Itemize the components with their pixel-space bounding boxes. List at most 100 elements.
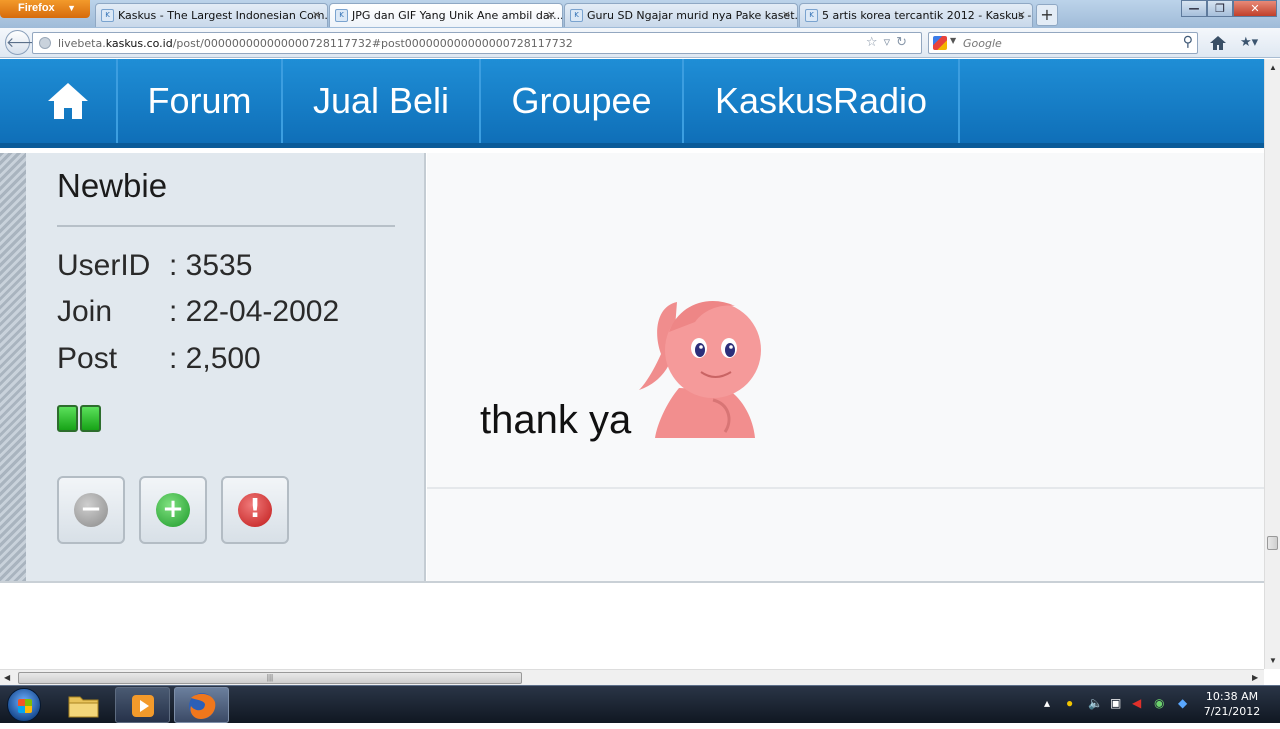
tab-title: JPG dan GIF Yang Unik Ane ambil dar... — [352, 9, 563, 22]
clock-date: 7/21/2012 — [1203, 705, 1261, 718]
close-icon[interactable]: × — [547, 8, 556, 21]
site-navbar: Forum Jual Beli Groupee KaskusRadio — [0, 59, 1264, 148]
flag-alert-icon[interactable]: ◀ — [1132, 696, 1141, 710]
firefox-taskbar-button[interactable] — [174, 687, 229, 723]
tab-strip: Firefox ▼ K Kaskus - The Largest Indones… — [0, 0, 1280, 28]
tab-artis-korea[interactable]: K 5 artis korea tercantik 2012 - Kaskus … — [799, 3, 1033, 27]
nav-jual-beli[interactable]: Jual Beli — [283, 59, 481, 143]
google-icon[interactable] — [933, 36, 947, 50]
tab-guru-sd[interactable]: K Guru SD Ngajar murid nya Pake kaset...… — [564, 3, 798, 27]
volume-icon[interactable]: 🔈 — [1088, 696, 1103, 710]
dropbox-icon[interactable]: ◆ — [1178, 696, 1187, 710]
add-icon: + — [156, 493, 190, 527]
home-icon[interactable] — [1208, 33, 1228, 53]
chevron-down-icon[interactable]: ▼ — [950, 36, 956, 45]
close-icon[interactable]: × — [782, 8, 791, 21]
join-date-value: : 22-04-2002 — [169, 295, 340, 328]
scroll-down-icon[interactable]: ▼ — [1269, 656, 1277, 665]
user-rank: Newbie — [57, 167, 168, 204]
divider — [427, 487, 1264, 489]
nav-forum[interactable]: Forum — [118, 59, 283, 143]
post-count-value: : 2,500 — [169, 342, 261, 375]
tab-title: Guru SD Ngajar murid nya Pake kaset... — [587, 9, 798, 22]
scroll-right-icon[interactable]: ▶ — [1252, 673, 1258, 682]
tab-title: 5 artis korea tercantik 2012 - Kaskus - … — [822, 9, 1033, 22]
scroll-up-icon[interactable]: ▲ — [1269, 63, 1277, 72]
nav-groupee[interactable]: Groupee — [481, 59, 684, 143]
decorative-stripe — [0, 153, 26, 583]
sync-icon[interactable]: ◉ — [1154, 696, 1164, 710]
alert-icon: ! — [238, 493, 272, 527]
close-icon[interactable]: × — [312, 8, 321, 21]
navigation-toolbar: 🡐 livebeta.kaskus.co.id/post/00000000000… — [0, 28, 1280, 58]
history-dropdown-icon[interactable]: ▿ — [884, 35, 897, 50]
emoticon-image — [639, 301, 761, 438]
close-window-button[interactable]: ✕ — [1233, 0, 1277, 17]
reputation-bar — [57, 405, 101, 432]
horizontal-scrollbar[interactable]: ◀ ||| ▶ — [0, 669, 1264, 685]
show-hidden-icons-icon[interactable]: ▴ — [1044, 696, 1050, 710]
home-icon — [48, 83, 88, 119]
clock[interactable]: 10:38 AM 7/21/2012 — [1200, 689, 1264, 719]
start-button[interactable] — [7, 688, 41, 722]
windows-logo-icon — [18, 699, 32, 713]
search-bar[interactable]: ▼ Google ⚲ — [928, 32, 1198, 54]
explorer-taskbar-button[interactable] — [56, 687, 111, 723]
tab-kaskus-home[interactable]: K Kaskus - The Largest Indonesian Com...… — [95, 3, 328, 27]
nav-kaskus-radio[interactable]: KaskusRadio — [684, 59, 960, 143]
star-icon[interactable]: ☆ — [866, 35, 884, 50]
post-count-label: Post — [57, 342, 118, 375]
scroll-thumb[interactable]: ||| — [18, 672, 522, 684]
url-domain: kaskus.co.id — [105, 37, 173, 50]
kaskus-favicon-icon: K — [805, 9, 818, 22]
network-icon[interactable]: ▣ — [1110, 696, 1121, 710]
url-prefix: livebeta. — [58, 37, 106, 50]
media-player-icon — [132, 695, 154, 717]
firefox-menu-button[interactable]: Firefox ▼ — [0, 0, 90, 18]
windows-taskbar: ▴ ● 🔈 ▣ ◀ ◉ ◆ 10:38 AM 7/21/2012 — [0, 685, 1280, 723]
firefox-menu-label: Firefox — [18, 2, 55, 14]
chevron-down-icon: ▼ — [67, 3, 76, 13]
bookmarks-menu-icon[interactable]: ★▾ — [1240, 34, 1258, 50]
add-friend-button[interactable]: + — [139, 476, 207, 544]
maximize-button[interactable]: ❐ — [1207, 0, 1233, 17]
status-button[interactable]: − — [57, 476, 125, 544]
reputation-pip — [80, 405, 101, 432]
kaskus-favicon-icon: K — [335, 9, 348, 22]
post-text: thank ya — [480, 398, 632, 442]
join-date-label: Join — [57, 295, 113, 328]
tab-title: Kaskus - The Largest Indonesian Com... — [118, 9, 328, 22]
url-path: /post/000000000000000728117732#post00000… — [172, 37, 573, 50]
close-icon[interactable]: × — [1017, 8, 1026, 21]
search-icon[interactable]: ⚲ — [1183, 34, 1193, 50]
user-info-panel: Newbie UserID : 3535 Join : 22-04-2002 P… — [26, 153, 426, 583]
divider — [0, 581, 1264, 583]
reputation-pip — [57, 405, 78, 432]
divider — [57, 225, 395, 227]
disc-icon[interactable]: ● — [1066, 696, 1073, 710]
post-content: thank ya — [427, 153, 1264, 583]
minimize-button[interactable]: — — [1181, 0, 1207, 17]
search-placeholder: Google — [963, 37, 1002, 50]
scroll-left-icon[interactable]: ◀ — [4, 673, 10, 682]
clock-time: 10:38 AM — [1205, 690, 1259, 703]
kaskus-favicon-icon: K — [101, 9, 114, 22]
site-identity-icon[interactable] — [39, 37, 51, 49]
firefox-icon — [189, 693, 216, 719]
vertical-scrollbar[interactable]: ▲ ▼ — [1264, 59, 1280, 669]
user-id-value: : 3535 — [169, 249, 253, 282]
reload-icon[interactable]: ↻ — [896, 35, 913, 50]
kaskus-favicon-icon: K — [570, 9, 583, 22]
report-button[interactable]: ! — [221, 476, 289, 544]
folder-icon — [68, 696, 99, 718]
nav-home-button[interactable] — [20, 59, 118, 143]
tab-jpg-gif[interactable]: K JPG dan GIF Yang Unik Ane ambil dar...… — [329, 3, 563, 27]
offline-status-icon: − — [74, 493, 108, 527]
url-bar[interactable]: livebeta.kaskus.co.id/post/0000000000000… — [32, 32, 922, 54]
media-player-taskbar-button[interactable] — [115, 687, 170, 723]
scroll-thumb[interactable] — [1267, 536, 1278, 550]
back-button[interactable]: 🡐 — [5, 30, 44, 55]
user-id-label: UserID — [57, 249, 151, 282]
new-tab-button[interactable]: + — [1036, 4, 1058, 26]
url-bar-icons: ☆▿↻ — [866, 35, 913, 50]
